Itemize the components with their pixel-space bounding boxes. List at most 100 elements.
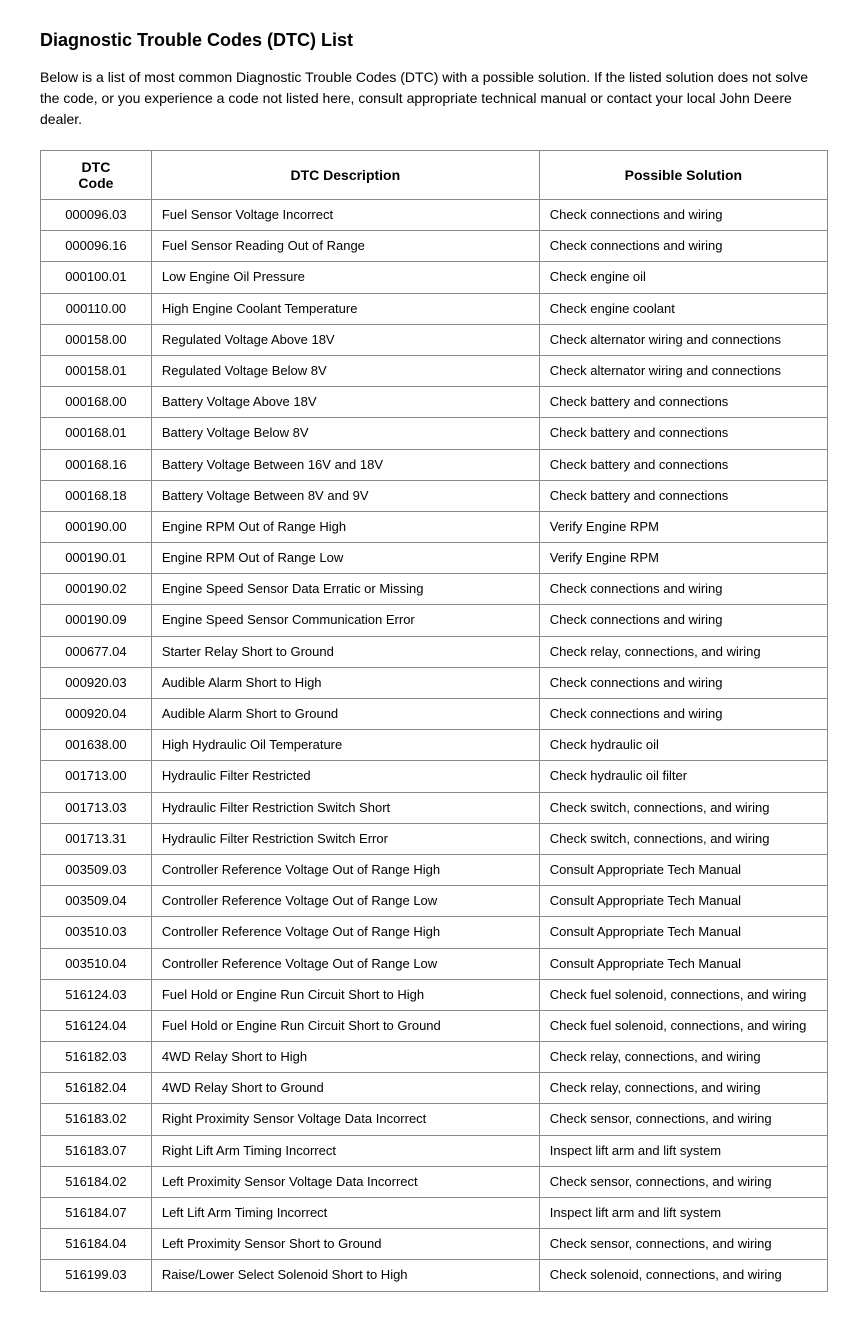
cell-description: Raise/Lower Select Solenoid Short to Hig… (151, 1260, 539, 1291)
cell-description: Fuel Sensor Voltage Incorrect (151, 200, 539, 231)
cell-description: Engine Speed Sensor Communication Error (151, 605, 539, 636)
cell-code: 000677.04 (41, 636, 152, 667)
cell-solution: Consult Appropriate Tech Manual (539, 917, 827, 948)
cell-code: 000100.01 (41, 262, 152, 293)
cell-solution: Check switch, connections, and wiring (539, 823, 827, 854)
header-description: DTC Description (151, 151, 539, 200)
cell-code: 000110.00 (41, 293, 152, 324)
cell-description: Battery Voltage Above 18V (151, 387, 539, 418)
table-row: 516182.034WD Relay Short to HighCheck re… (41, 1042, 828, 1073)
table-row: 003509.03Controller Reference Voltage Ou… (41, 854, 828, 885)
cell-description: Left Proximity Sensor Voltage Data Incor… (151, 1166, 539, 1197)
cell-description: Left Lift Arm Timing Incorrect (151, 1198, 539, 1229)
table-row: 000168.16Battery Voltage Between 16V and… (41, 449, 828, 480)
cell-description: Controller Reference Voltage Out of Rang… (151, 948, 539, 979)
page-title: Diagnostic Trouble Codes (DTC) List (40, 30, 828, 51)
cell-description: 4WD Relay Short to High (151, 1042, 539, 1073)
cell-description: Low Engine Oil Pressure (151, 262, 539, 293)
table-row: 000158.01Regulated Voltage Below 8VCheck… (41, 355, 828, 386)
cell-solution: Check battery and connections (539, 480, 827, 511)
table-row: 516199.03Raise/Lower Select Solenoid Sho… (41, 1260, 828, 1291)
cell-code: 516183.07 (41, 1135, 152, 1166)
cell-solution: Check connections and wiring (539, 200, 827, 231)
cell-code: 000158.00 (41, 324, 152, 355)
header-solution: Possible Solution (539, 151, 827, 200)
cell-description: Hydraulic Filter Restriction Switch Erro… (151, 823, 539, 854)
cell-solution: Check connections and wiring (539, 605, 827, 636)
cell-description: Left Proximity Sensor Short to Ground (151, 1229, 539, 1260)
table-row: 000168.18Battery Voltage Between 8V and … (41, 480, 828, 511)
cell-solution: Check engine coolant (539, 293, 827, 324)
cell-solution: Inspect lift arm and lift system (539, 1198, 827, 1229)
cell-description: Fuel Hold or Engine Run Circuit Short to… (151, 979, 539, 1010)
cell-solution: Check alternator wiring and connections (539, 355, 827, 386)
cell-solution: Check connections and wiring (539, 699, 827, 730)
cell-solution: Check sensor, connections, and wiring (539, 1166, 827, 1197)
table-row: 000096.03Fuel Sensor Voltage IncorrectCh… (41, 200, 828, 231)
cell-code: 516124.04 (41, 1010, 152, 1041)
cell-solution: Check fuel solenoid, connections, and wi… (539, 1010, 827, 1041)
cell-code: 516182.04 (41, 1073, 152, 1104)
cell-code: 001713.03 (41, 792, 152, 823)
cell-solution: Check connections and wiring (539, 574, 827, 605)
cell-solution: Check alternator wiring and connections (539, 324, 827, 355)
cell-description: Engine RPM Out of Range Low (151, 543, 539, 574)
cell-code: 003509.03 (41, 854, 152, 885)
header-code: DTCCode (41, 151, 152, 200)
cell-description: Hydraulic Filter Restriction Switch Shor… (151, 792, 539, 823)
cell-code: 000920.03 (41, 667, 152, 698)
cell-code: 000168.00 (41, 387, 152, 418)
cell-code: 000920.04 (41, 699, 152, 730)
table-row: 000190.00Engine RPM Out of Range HighVer… (41, 511, 828, 542)
cell-code: 516124.03 (41, 979, 152, 1010)
cell-description: Controller Reference Voltage Out of Rang… (151, 854, 539, 885)
cell-code: 000168.16 (41, 449, 152, 480)
cell-code: 003510.03 (41, 917, 152, 948)
table-row: 001713.03Hydraulic Filter Restriction Sw… (41, 792, 828, 823)
cell-description: Regulated Voltage Below 8V (151, 355, 539, 386)
cell-description: Engine Speed Sensor Data Erratic or Miss… (151, 574, 539, 605)
cell-description: Controller Reference Voltage Out of Rang… (151, 886, 539, 917)
cell-solution: Check connections and wiring (539, 231, 827, 262)
table-row: 000096.16Fuel Sensor Reading Out of Rang… (41, 231, 828, 262)
cell-solution: Check hydraulic oil (539, 730, 827, 761)
cell-code: 516182.03 (41, 1042, 152, 1073)
table-row: 001713.00Hydraulic Filter RestrictedChec… (41, 761, 828, 792)
cell-solution: Consult Appropriate Tech Manual (539, 854, 827, 885)
table-header-row: DTCCode DTC Description Possible Solutio… (41, 151, 828, 200)
cell-solution: Verify Engine RPM (539, 543, 827, 574)
cell-description: Battery Voltage Between 8V and 9V (151, 480, 539, 511)
cell-description: Right Lift Arm Timing Incorrect (151, 1135, 539, 1166)
cell-solution: Check hydraulic oil filter (539, 761, 827, 792)
cell-description: 4WD Relay Short to Ground (151, 1073, 539, 1104)
cell-code: 516184.07 (41, 1198, 152, 1229)
table-row: 000110.00High Engine Coolant Temperature… (41, 293, 828, 324)
intro-text: Below is a list of most common Diagnosti… (40, 67, 828, 130)
table-row: 003509.04Controller Reference Voltage Ou… (41, 886, 828, 917)
table-row: 516183.07Right Lift Arm Timing Incorrect… (41, 1135, 828, 1166)
cell-code: 516184.02 (41, 1166, 152, 1197)
cell-solution: Check fuel solenoid, connections, and wi… (539, 979, 827, 1010)
cell-description: Engine RPM Out of Range High (151, 511, 539, 542)
table-row: 001713.31Hydraulic Filter Restriction Sw… (41, 823, 828, 854)
cell-description: Right Proximity Sensor Voltage Data Inco… (151, 1104, 539, 1135)
table-row: 516124.03Fuel Hold or Engine Run Circuit… (41, 979, 828, 1010)
cell-description: Starter Relay Short to Ground (151, 636, 539, 667)
cell-solution: Check relay, connections, and wiring (539, 636, 827, 667)
cell-code: 003510.04 (41, 948, 152, 979)
cell-code: 000190.00 (41, 511, 152, 542)
cell-solution: Consult Appropriate Tech Manual (539, 948, 827, 979)
table-row: 000168.01Battery Voltage Below 8VCheck b… (41, 418, 828, 449)
cell-solution: Check battery and connections (539, 418, 827, 449)
table-row: 516184.04Left Proximity Sensor Short to … (41, 1229, 828, 1260)
cell-solution: Check relay, connections, and wiring (539, 1042, 827, 1073)
table-row: 000190.01Engine RPM Out of Range LowVeri… (41, 543, 828, 574)
cell-code: 000096.16 (41, 231, 152, 262)
cell-solution: Check battery and connections (539, 449, 827, 480)
cell-description: Regulated Voltage Above 18V (151, 324, 539, 355)
table-row: 516183.02Right Proximity Sensor Voltage … (41, 1104, 828, 1135)
table-row: 000677.04Starter Relay Short to GroundCh… (41, 636, 828, 667)
cell-description: Audible Alarm Short to High (151, 667, 539, 698)
table-row: 000920.04Audible Alarm Short to GroundCh… (41, 699, 828, 730)
cell-description: Fuel Hold or Engine Run Circuit Short to… (151, 1010, 539, 1041)
